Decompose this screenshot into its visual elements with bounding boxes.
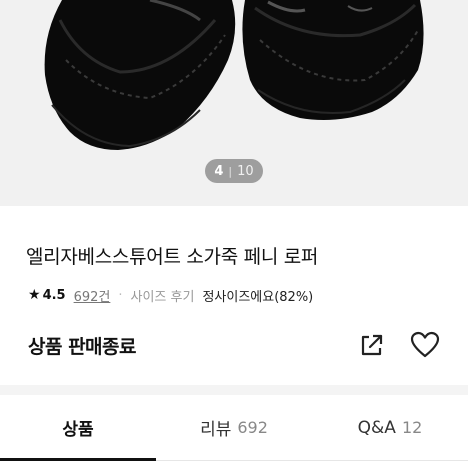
pager-current: 4 [214,163,224,179]
tab-qna-count: 12 [401,418,423,437]
sale-status: 상품 판매종료 [28,336,137,358]
size-review-value: 정사이즈에요(82%) [202,289,314,305]
pager-separator: | [228,164,233,178]
tab-product-label: 상품 [62,420,94,440]
tab-reviews-label: 리뷰 [200,420,232,440]
image-pager: 4 | 10 [205,159,263,183]
tab-qna-label: Q&A [357,417,396,438]
review-count-link[interactable]: 692건 [74,286,111,305]
pager-total: 10 [237,163,254,179]
product-title: 엘리자베스스튜어트 소가죽 페니 로퍼 [26,246,319,268]
rating-row: ★ 4.5 692건 · 사이즈 후기 정사이즈에요(82%) [28,285,313,305]
section-divider [0,385,468,395]
tab-product[interactable]: 상품 [0,395,156,461]
product-image-gallery[interactable]: 4 | 10 [0,0,468,206]
tab-reviews-count: 692 [237,418,268,437]
share-icon[interactable] [358,331,386,359]
tab-qna[interactable]: Q&A 12 [312,395,468,460]
size-review-label: 사이즈 후기 [130,289,195,305]
tab-reviews[interactable]: 리뷰 692 [156,395,312,460]
star-icon: ★ [28,287,41,303]
rating-value: 4.5 [42,287,66,303]
rating-separator: · [118,287,123,303]
product-tabs: 상품 리뷰 692 Q&A 12 [0,395,468,461]
heart-icon[interactable] [410,331,440,359]
